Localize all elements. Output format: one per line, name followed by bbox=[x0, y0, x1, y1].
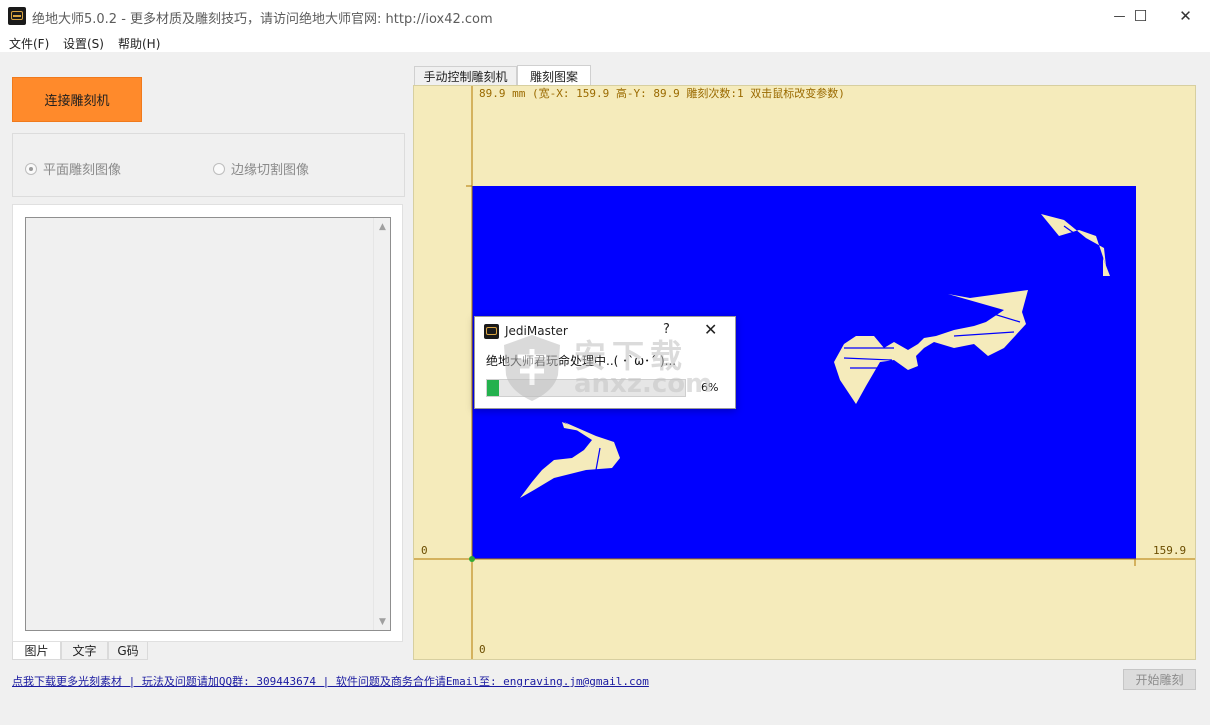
footer-link[interactable]: 点我下载更多光刻素材 | 玩法及问题请加QQ群: 309443674 | 软件问… bbox=[12, 673, 649, 689]
close-window-button[interactable]: ✕ bbox=[1163, 0, 1208, 32]
dialog-app-icon bbox=[484, 324, 499, 339]
dialog-help-button[interactable]: ? bbox=[663, 322, 670, 337]
dialog-message: 绝地大师君玩命处理中..( ･`ω･´ )... bbox=[486, 354, 677, 368]
title-bar: 绝地大师5.0.2 - 更多材质及雕刻技巧，请访问绝地大师官网: http://… bbox=[0, 0, 1210, 32]
tab-manual-control[interactable]: 手动控制雕刻机 bbox=[414, 66, 517, 85]
menu-bar: 文件(F) 设置(S) 帮助(H) bbox=[0, 32, 1210, 52]
close-icon: ✕ bbox=[1179, 7, 1192, 25]
engrave-mode-group: 平面雕刻图像 边缘切割图像 bbox=[12, 133, 405, 197]
progress-fill bbox=[487, 380, 499, 396]
window-title: 绝地大师5.0.2 - 更多材质及雕刻技巧，请访问绝地大师官网: http://… bbox=[32, 12, 493, 27]
radio-flat-label: 平面雕刻图像 bbox=[43, 163, 122, 178]
radio-flat-engrave[interactable]: 平面雕刻图像 bbox=[25, 159, 121, 178]
origin-marker bbox=[469, 556, 475, 562]
app-logo-icon bbox=[8, 7, 26, 25]
menu-settings[interactable]: 设置(S) bbox=[63, 35, 104, 52]
progress-percent: 6% bbox=[701, 381, 719, 394]
image-panel: ▲ ▼ bbox=[12, 204, 403, 642]
start-engrave-button[interactable]: 开始雕刻 bbox=[1123, 669, 1196, 690]
radio-edge-cut[interactable]: 边缘切割图像 bbox=[213, 159, 309, 178]
tab-text[interactable]: 文字 bbox=[61, 642, 108, 660]
menu-file[interactable]: 文件(F) bbox=[9, 35, 49, 52]
processing-dialog: JediMaster ? ✕ 绝地大师君玩命处理中..( ･`ω･´ )... … bbox=[474, 316, 736, 409]
radio-checked-icon bbox=[25, 162, 37, 175]
x-axis-max-label: 159.9 bbox=[1153, 544, 1187, 557]
tab-gcode[interactable]: G码 bbox=[108, 642, 148, 660]
menu-help[interactable]: 帮助(H) bbox=[118, 35, 160, 52]
canvas-info-line: 89.9 mm (宽-X: 159.9 高-Y: 89.9 雕刻次数:1 双击鼠… bbox=[479, 87, 845, 100]
progress-bar bbox=[486, 379, 686, 397]
scroll-down-icon[interactable]: ▼ bbox=[374, 613, 391, 630]
dialog-title: JediMaster bbox=[505, 324, 568, 338]
tab-image[interactable]: 图片 bbox=[12, 642, 61, 660]
connect-engraver-button[interactable]: 连接雕刻机 bbox=[12, 77, 142, 122]
dialog-close-button[interactable]: ✕ bbox=[704, 320, 717, 339]
x-axis-origin-label: 0 bbox=[421, 544, 428, 557]
y-axis-origin-label: 0 bbox=[479, 643, 486, 656]
tab-engrave-pattern[interactable]: 雕刻图案 bbox=[517, 65, 591, 86]
vertical-scrollbar[interactable]: ▲ ▼ bbox=[373, 218, 390, 630]
maximize-button[interactable]: ☐ bbox=[1118, 0, 1163, 32]
radio-unchecked-icon bbox=[213, 162, 225, 175]
radio-edge-label: 边缘切割图像 bbox=[231, 163, 310, 178]
image-preview-box[interactable]: ▲ ▼ bbox=[25, 217, 391, 631]
scroll-up-icon[interactable]: ▲ bbox=[374, 218, 391, 235]
maximize-icon: ☐ bbox=[1133, 7, 1148, 25]
